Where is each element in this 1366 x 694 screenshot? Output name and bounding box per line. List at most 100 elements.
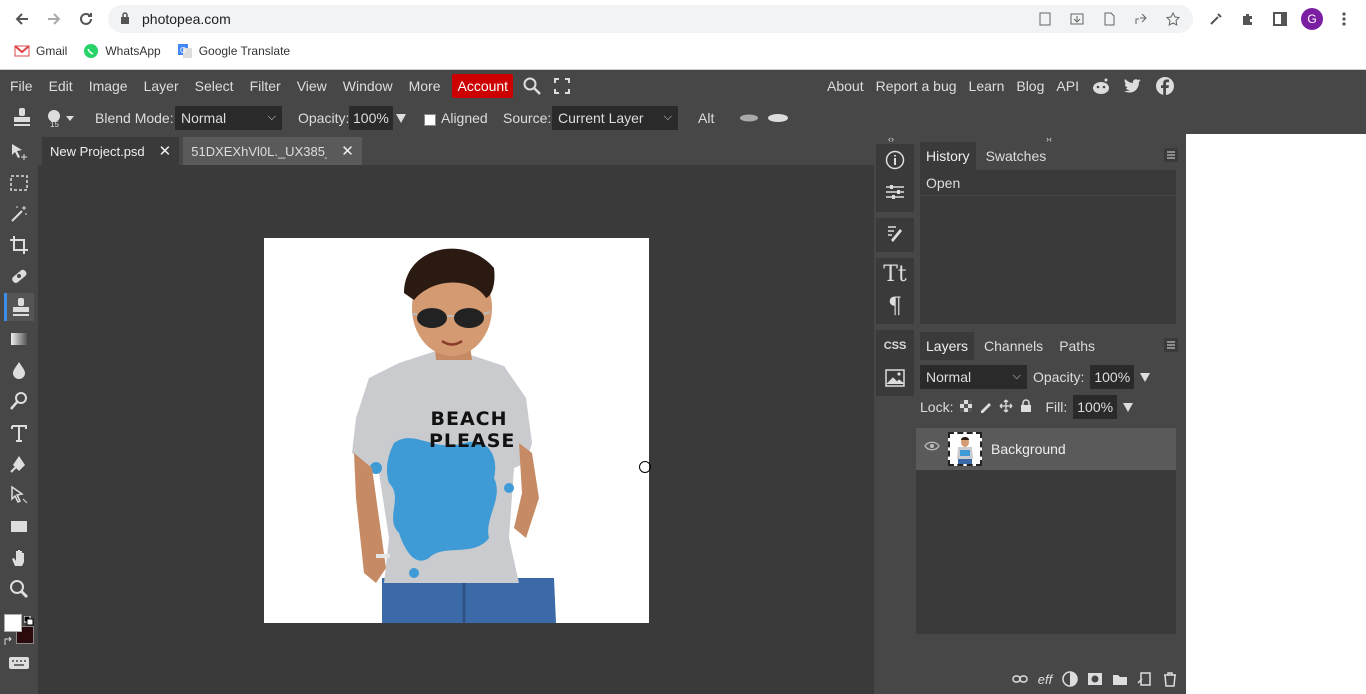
- bookmark-whatsapp[interactable]: WhatsApp: [83, 43, 161, 59]
- rectangle-tool[interactable]: [4, 512, 34, 540]
- link-layers-icon[interactable]: [1012, 671, 1028, 687]
- fullscreen-icon[interactable]: [547, 70, 577, 102]
- profile-avatar[interactable]: G: [1300, 7, 1324, 31]
- character-icon[interactable]: Tt: [876, 258, 914, 290]
- menu-view[interactable]: View: [289, 70, 335, 102]
- gradient-tool[interactable]: [4, 325, 34, 353]
- swap-colors-icon[interactable]: [4, 634, 14, 649]
- fill-input[interactable]: 100%: [1073, 395, 1118, 419]
- menu-window[interactable]: Window: [335, 70, 401, 102]
- panel-menu-icon[interactable]: [1164, 338, 1178, 352]
- layer-mask-icon[interactable]: [1087, 671, 1103, 687]
- close-icon[interactable]: ✕: [159, 142, 172, 160]
- opacity-input[interactable]: 100%: [349, 106, 393, 130]
- adjustments-icon[interactable]: [876, 176, 914, 208]
- search-icon[interactable]: [517, 70, 547, 102]
- info-icon[interactable]: [876, 144, 914, 176]
- lock-pixels-icon[interactable]: [979, 399, 993, 416]
- page-info-icon[interactable]: [1033, 9, 1057, 29]
- new-layer-icon[interactable]: [1137, 671, 1153, 687]
- history-entry[interactable]: Open: [920, 170, 1176, 196]
- lock-transparency-icon[interactable]: [959, 399, 973, 416]
- path-select-tool[interactable]: [4, 481, 34, 509]
- layer-opacity-dropdown-icon[interactable]: [1140, 369, 1151, 385]
- menu-about[interactable]: About: [821, 70, 870, 102]
- account-button[interactable]: Account: [452, 74, 514, 98]
- crop-tool[interactable]: [4, 231, 34, 259]
- fill-dropdown-icon[interactable]: [1123, 399, 1134, 415]
- lock-position-icon[interactable]: [999, 399, 1013, 416]
- twitter-icon[interactable]: [1122, 75, 1144, 97]
- extensions-puzzle-icon[interactable]: [1236, 7, 1260, 31]
- menu-layer[interactable]: Layer: [136, 70, 187, 102]
- back-button[interactable]: [10, 7, 34, 31]
- close-icon[interactable]: ✕: [341, 142, 354, 160]
- menu-api[interactable]: API: [1050, 70, 1085, 102]
- pen-tool[interactable]: [4, 450, 34, 478]
- clone-stamp-icon[interactable]: [12, 106, 32, 131]
- tab-paths[interactable]: Paths: [1053, 332, 1101, 360]
- address-bar[interactable]: photopea.com: [108, 5, 1193, 33]
- new-group-folder-icon[interactable]: [1112, 671, 1128, 687]
- menu-edit[interactable]: Edit: [41, 70, 81, 102]
- brush-preset-picker[interactable]: 15: [46, 108, 78, 133]
- bookmark-star-icon[interactable]: [1161, 9, 1185, 29]
- facebook-icon[interactable]: [1154, 75, 1176, 97]
- hand-tool[interactable]: [4, 544, 34, 572]
- foreground-color-swatch[interactable]: [4, 614, 22, 632]
- brush-settings-icon[interactable]: [876, 218, 914, 250]
- tab-layers[interactable]: Layers: [920, 332, 975, 360]
- type-tool[interactable]: [4, 419, 34, 447]
- healing-brush-tool[interactable]: [4, 262, 34, 290]
- lock-all-icon[interactable]: [1019, 398, 1033, 416]
- blend-mode-select[interactable]: Normal ⌵: [175, 106, 282, 130]
- forward-button[interactable]: [42, 7, 66, 31]
- zoom-tool[interactable]: [4, 575, 34, 603]
- bookmark-google-translate[interactable]: G Google Translate: [177, 43, 290, 59]
- menu-file[interactable]: File: [0, 70, 41, 102]
- tab-history[interactable]: History: [920, 142, 976, 170]
- browser-menu-icon[interactable]: [1332, 7, 1356, 31]
- bookmark-gmail[interactable]: Gmail: [14, 44, 67, 58]
- menu-filter[interactable]: Filter: [242, 70, 289, 102]
- aligned-checkbox[interactable]: [424, 114, 436, 126]
- layer-row[interactable]: Background: [916, 428, 1176, 470]
- layer-blend-select[interactable]: Normal ⌵: [920, 365, 1027, 389]
- menu-blog[interactable]: Blog: [1010, 70, 1050, 102]
- tab-channels[interactable]: Channels: [978, 332, 1049, 360]
- side-panel-icon[interactable]: [1268, 7, 1292, 31]
- collapse-arrows-icon[interactable]: ‹›: [888, 134, 894, 144]
- opacity-dropdown-icon[interactable]: [396, 111, 406, 126]
- css-icon[interactable]: CSS: [876, 330, 914, 362]
- tab-image-file[interactable]: 51DXEXhVl0L._UX385_ ✕: [183, 137, 362, 165]
- layer-opacity-input[interactable]: 100%: [1090, 365, 1135, 389]
- install-app-icon[interactable]: [1065, 9, 1089, 29]
- default-colors-icon[interactable]: [23, 614, 34, 629]
- menu-report-bug[interactable]: Report a bug: [870, 70, 963, 102]
- reload-button[interactable]: [74, 7, 98, 31]
- image-canvas[interactable]: BEACH PLEASE: [264, 238, 649, 623]
- blur-tool[interactable]: [4, 356, 34, 384]
- tab-swatches[interactable]: Swatches: [980, 142, 1053, 170]
- layer-effects-icon[interactable]: eff: [1037, 671, 1053, 687]
- keyboard-icon[interactable]: [8, 656, 30, 673]
- marquee-tool[interactable]: [4, 169, 34, 197]
- tab-new-project[interactable]: New Project.psd ✕: [42, 137, 180, 165]
- menu-more[interactable]: More: [401, 70, 449, 102]
- source-select[interactable]: Current Layer ⌵: [552, 106, 678, 130]
- move-tool[interactable]: [4, 138, 34, 166]
- reddit-icon[interactable]: [1090, 75, 1112, 97]
- document-icon[interactable]: [1097, 9, 1121, 29]
- menu-select[interactable]: Select: [187, 70, 242, 102]
- menu-learn[interactable]: Learn: [963, 70, 1011, 102]
- menu-image[interactable]: Image: [81, 70, 136, 102]
- clone-stamp-tool[interactable]: [4, 293, 34, 321]
- adjustment-layer-icon[interactable]: [1062, 671, 1078, 687]
- visibility-eye-icon[interactable]: [924, 440, 940, 455]
- eyedropper-extension-icon[interactable]: [1204, 7, 1228, 31]
- magic-wand-tool[interactable]: [4, 200, 34, 228]
- image-icon[interactable]: [876, 362, 914, 394]
- share-icon[interactable]: [1129, 9, 1153, 29]
- brush-hardness-icon[interactable]: [738, 112, 792, 127]
- panel-menu-icon[interactable]: [1164, 148, 1178, 162]
